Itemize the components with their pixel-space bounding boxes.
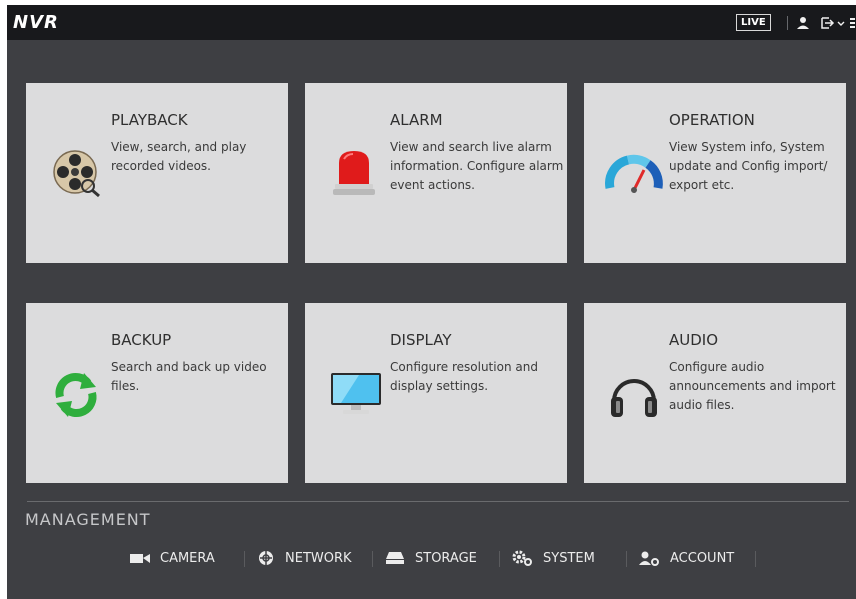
gauge-icon [605, 154, 663, 193]
management-separator [755, 551, 756, 567]
network-icon [259, 551, 273, 565]
card-title: AUDIO [669, 331, 719, 349]
card-backup[interactable]: BACKUP Search and back up video files. [26, 303, 288, 483]
management-label: CAMERA [160, 550, 215, 566]
section-divider [27, 501, 849, 502]
management-separator [626, 551, 627, 567]
logout-icon[interactable] [820, 15, 846, 31]
card-description: Configure audio announcements and import… [669, 360, 836, 412]
camera-icon [130, 554, 150, 563]
card-title: BACKUP [111, 331, 172, 349]
card-title: PLAYBACK [111, 111, 188, 129]
management-label: STORAGE [415, 550, 477, 566]
management-camera[interactable]: CAMERA [130, 548, 215, 568]
headphones-icon [611, 379, 657, 417]
card-display[interactable]: DISPLAY Configure resolution and display… [305, 303, 567, 483]
sync-icon [55, 373, 97, 417]
card-alarm[interactable]: ALARM View and search live alarm informa… [305, 83, 567, 263]
nvr-screen: NVR LIVE PLAYBACK View, search, and play… [7, 5, 856, 599]
card-title: DISPLAY [390, 331, 452, 349]
management-storage[interactable]: STORAGE [385, 548, 477, 568]
card-description: Configure resolution and display setting… [390, 360, 538, 393]
user-icon[interactable] [796, 15, 810, 31]
topbar-divider [787, 16, 788, 30]
management-network[interactable]: NETWORK [257, 548, 352, 568]
management-label: NETWORK [285, 550, 352, 566]
card-description: Search and back up video files. [111, 360, 267, 393]
card-title: OPERATION [669, 111, 755, 129]
management-title: MANAGEMENT [25, 510, 151, 529]
management-system[interactable]: SYSTEM [511, 548, 595, 568]
alarm-light-icon [333, 151, 375, 195]
card-audio[interactable]: AUDIO Configure audio announcements and … [584, 303, 846, 483]
live-button[interactable]: LIVE [736, 14, 771, 31]
management-separator [244, 551, 245, 567]
management-label: ACCOUNT [670, 550, 735, 566]
monitor-icon [331, 373, 381, 414]
more-icon[interactable] [849, 15, 856, 31]
management-account[interactable]: ACCOUNT [638, 548, 734, 568]
system-gear-icon [512, 550, 532, 566]
storage-icon [386, 552, 404, 564]
card-description: View and search live alarm information. … [390, 140, 564, 192]
account-icon [639, 551, 659, 566]
card-description: View System info, System update and Conf… [669, 140, 828, 192]
brand-logo: NVR [13, 12, 59, 33]
card-playback[interactable]: PLAYBACK View, search, and play recorded… [26, 83, 288, 263]
card-operation[interactable]: OPERATION View System info, System updat… [584, 83, 846, 263]
management-separator [499, 551, 500, 567]
card-description: View, search, and play recorded videos. [111, 140, 247, 173]
management-separator [372, 551, 373, 567]
card-title: ALARM [390, 111, 443, 129]
management-label: SYSTEM [543, 550, 595, 566]
top-bar: NVR LIVE [7, 5, 856, 40]
film-reel-icon [53, 150, 100, 198]
